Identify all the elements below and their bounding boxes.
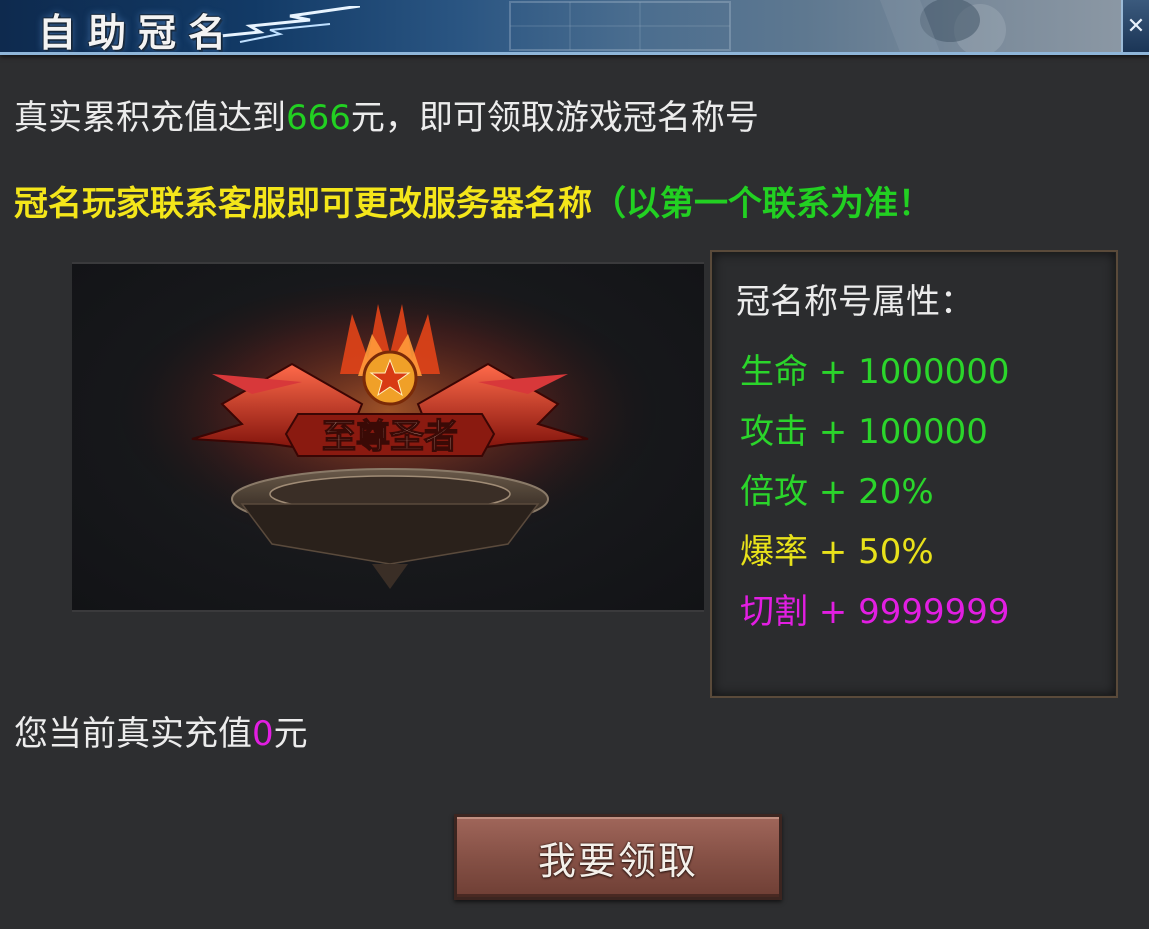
page-title: 自助冠名 xyxy=(38,11,239,55)
attribute-panel-title: 冠名称号属性： xyxy=(736,282,974,322)
recharge-suffix: 元 xyxy=(273,714,308,754)
close-button[interactable]: ✕ xyxy=(1121,0,1149,52)
notice-note: （以第一个联系为准！ xyxy=(592,184,932,224)
title-emblem-art: 至尊圣者 xyxy=(108,284,668,589)
header-artwork xyxy=(509,0,1006,52)
attribute-drop-rate: 爆率 + 50% xyxy=(740,532,934,572)
claim-button[interactable]: 我要领取 xyxy=(454,814,782,900)
close-icon: ✕ xyxy=(1126,13,1146,39)
attribute-multi-attack: 倍攻 + 20% xyxy=(740,472,934,512)
notice-text: 冠名玩家联系客服即可更改服务器名称（以第一个联系为准！ xyxy=(14,184,932,224)
requirement-prefix: 真实累积充值达到 xyxy=(14,98,286,138)
header-banner: 自助冠名 ✕ xyxy=(0,0,1149,55)
attribute-cut: 切割 + 9999999 xyxy=(740,592,1010,632)
lightning-decoration xyxy=(220,6,360,43)
requirement-text: 真实累积充值达到666元，即可领取游戏冠名称号 xyxy=(14,98,759,138)
recharge-value: 0 xyxy=(252,714,274,754)
recharge-prefix: 您当前真实充值 xyxy=(14,714,252,754)
attribute-panel: 冠名称号属性： 生命 + 1000000 攻击 + 100000 倍攻 + 20… xyxy=(710,250,1118,698)
requirement-amount: 666 xyxy=(286,98,351,138)
requirement-suffix: 元，即可领取游戏冠名称号 xyxy=(350,98,759,138)
notice-main: 冠名玩家联系客服即可更改服务器名称 xyxy=(14,184,592,224)
current-recharge-text: 您当前真实充值0元 xyxy=(14,706,308,755)
attribute-attack: 攻击 + 100000 xyxy=(740,412,988,452)
showcase-badge-text: 至尊圣者 xyxy=(322,417,458,457)
attribute-hp: 生命 + 1000000 xyxy=(740,352,1010,392)
title-showcase-image: 至尊圣者 xyxy=(72,262,704,612)
